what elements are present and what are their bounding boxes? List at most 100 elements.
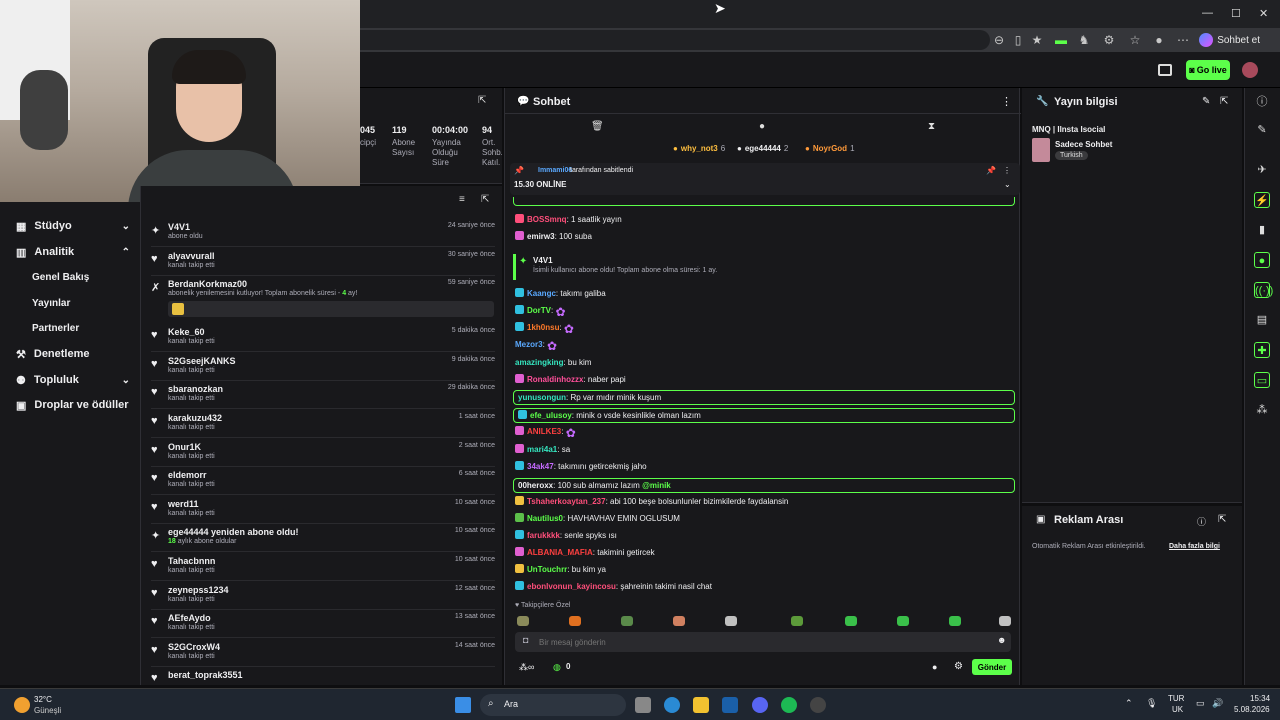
edit-pencil-icon[interactable]: ✎ — [1254, 122, 1270, 138]
stream-category[interactable]: Sadece Sohbet — [1055, 140, 1112, 149]
sidebar-item-studio[interactable]: ▦ Stüdyo ⌄ — [16, 216, 130, 236]
chat-username[interactable]: 1kh0nsu — [527, 323, 559, 332]
raid-icon[interactable]: ✈ — [1254, 162, 1270, 178]
reader-icon[interactable]: ▯ — [1011, 33, 1025, 47]
user-avatar[interactable] — [1242, 62, 1258, 78]
quick-emote-icon[interactable] — [999, 616, 1011, 626]
popout-icon[interactable]: ⇱ — [478, 95, 486, 106]
car-icon[interactable]: ▤ — [1254, 312, 1270, 328]
chat-username[interactable]: amazingking — [515, 358, 563, 367]
chat-username[interactable]: Kaangc — [527, 289, 556, 298]
channel-points-icon[interactable]: ◍ — [553, 662, 561, 673]
copilot-chat-button[interactable]: Sohbet et — [1199, 31, 1260, 49]
top-chatter-2[interactable]: ● ege44444 2 — [737, 144, 788, 153]
pinned-message[interactable]: 📌 Immami06 tarafından sabitlendi 15.30 O… — [510, 163, 1020, 195]
chat-username[interactable]: UnTouchrr — [527, 565, 567, 574]
feed-username[interactable]: zeynepss1234 — [168, 585, 229, 595]
learn-more-link[interactable]: Daha fazla bilgi — [1169, 543, 1220, 550]
more-menu-icon[interactable]: ⋯ — [1176, 33, 1190, 47]
info-icon[interactable]: ⓘ — [1254, 94, 1270, 110]
feed-username[interactable]: S2GCroxW4 — [168, 642, 220, 652]
maximize-button[interactable]: ☐ — [1231, 7, 1241, 20]
chat-settings-icon[interactable]: ◘ — [523, 635, 528, 645]
quick-emote-icon[interactable] — [897, 616, 909, 626]
chat-message[interactable]: 34ak47: takımını getircekmiş jaho — [515, 460, 1013, 474]
network-icon[interactable]: ▭ — [1196, 698, 1205, 709]
chat-message[interactable]: efe_ulusoy: minik o vsde kesinlikle olma… — [513, 408, 1015, 423]
chat-message[interactable]: farukkkk: senle spyks ısı — [515, 529, 1013, 543]
bits-icon[interactable]: ⁂∞ — [519, 662, 534, 673]
feed-username[interactable]: alyavvurall — [168, 251, 215, 261]
chat-message[interactable]: Mezor3: ✿ — [515, 338, 1013, 353]
go-live-button[interactable]: ◙ Go live — [1186, 60, 1230, 80]
chat-message[interactable]: ALBANIA_MAFIA: takimini getircek — [515, 546, 1013, 560]
chat-username[interactable]: Mezor3 — [515, 340, 543, 349]
quick-emote-icon[interactable] — [517, 616, 529, 626]
pin-icon[interactable]: 📌 — [986, 166, 996, 175]
chat-username[interactable]: ebonlvonun_kayincosu — [527, 582, 616, 591]
more-options-icon[interactable]: ⋮ — [1001, 95, 1012, 108]
feed-username[interactable]: karakuzu432 — [168, 413, 222, 423]
chat-bubble-icon[interactable]: ● — [759, 121, 765, 132]
chat-username[interactable]: Tshaherkoaytan_237 — [527, 497, 606, 506]
weather-sun-icon[interactable] — [14, 697, 30, 713]
quick-emote-icon[interactable] — [725, 616, 737, 626]
gear-icon[interactable]: ⚙ — [954, 661, 963, 672]
chevron-down-icon[interactable]: ⌄ — [1004, 180, 1011, 189]
taskbar-search[interactable]: ⌕ Ara — [480, 694, 626, 716]
chat-input-box[interactable]: ◘ ☻ — [515, 632, 1011, 652]
chat-message[interactable]: Ronaldinhozzx: naber papi — [515, 373, 1013, 387]
microphone-icon[interactable]: 🎙 — [1146, 698, 1157, 709]
steam-icon[interactable] — [722, 697, 738, 713]
window-icon[interactable]: ▭ — [1254, 372, 1270, 388]
boost-icon[interactable]: ⚡ — [1254, 192, 1270, 208]
chat-message[interactable]: Nautilus0: HAVHAVHAV EMIN OGLUSUM — [515, 512, 1013, 526]
sidebar-item-community[interactable]: ⚉ Topluluk ⌄ — [16, 370, 130, 390]
extensions-puzzle-icon[interactable]: ⚙ — [1102, 33, 1116, 47]
chat-username[interactable]: yunusongun — [518, 393, 566, 402]
chat-username[interactable]: ALBANIA_MAFIA — [527, 548, 593, 557]
feed-username[interactable]: Onur1K — [168, 442, 201, 452]
top-chatter-3[interactable]: ● NoyrGod 1 — [805, 144, 855, 153]
edge-browser-icon[interactable] — [664, 697, 680, 713]
feed-username[interactable]: Keke_60 — [168, 327, 205, 337]
dashboard-icon[interactable] — [1158, 64, 1172, 76]
clip-icon[interactable]: ▮ — [1254, 222, 1270, 238]
trash-icon[interactable]: 🗑 — [591, 121, 604, 132]
chat-message[interactable]: UnTouchrr: bu kim ya — [515, 563, 1013, 577]
send-button[interactable]: Gönder — [972, 659, 1012, 675]
emote-picker-icon[interactable]: ☻ — [997, 635, 1006, 645]
sidebar-subitem-partners[interactable]: Partnerler — [32, 323, 79, 334]
sidebar-subitem-overview[interactable]: Genel Bakış — [32, 272, 89, 283]
feed-username[interactable]: S2GseejKANKS — [168, 356, 236, 366]
chat-message[interactable]: ANILKE3: ✿ — [515, 425, 1013, 440]
chat-message[interactable]: Kaangc: takımı galiba — [515, 287, 1013, 301]
clock-date[interactable]: 5.08.2026 — [1234, 705, 1270, 714]
minimize-button[interactable]: — — [1202, 7, 1213, 19]
sidebar-item-analytics[interactable]: ▥ Analitik ⌃ — [16, 242, 130, 262]
quick-emote-icon[interactable] — [845, 616, 857, 626]
stream-tag[interactable]: Turkish — [1055, 151, 1088, 160]
feed-username[interactable]: AEfeAydo — [168, 613, 211, 623]
chat-message[interactable]: 1kh0nsu: ✿ — [515, 321, 1013, 336]
profile-icon[interactable]: ● — [1152, 33, 1166, 47]
chat-username[interactable]: mari4a1 — [527, 445, 557, 454]
sidebar-item-drops[interactable]: ▣ Droplar ve ödüller — [16, 395, 130, 415]
feed-username[interactable]: werd11 — [168, 499, 199, 509]
weather-desc[interactable]: Güneşli — [34, 706, 61, 715]
feed-username[interactable]: eldemorr — [168, 470, 207, 480]
favorites-icon[interactable]: ☆ — [1128, 33, 1142, 47]
chat-username[interactable]: ANILKE3 — [527, 427, 561, 436]
chat-username[interactable]: 34ak47 — [527, 462, 554, 471]
filter-icon[interactable]: ≡ — [459, 194, 465, 205]
chat-input[interactable] — [539, 635, 979, 649]
chat-action-icon[interactable]: ● — [1254, 252, 1270, 268]
feed-username[interactable]: V4V1 — [168, 222, 190, 232]
broadcast-icon[interactable]: ((·)) — [1254, 282, 1273, 298]
hourglass-icon[interactable]: ⧗ — [928, 121, 935, 132]
chat-message[interactable]: Tshaherkoaytan_237: abi 100 beşe bolsunl… — [515, 495, 1013, 509]
zoom-icon[interactable]: ⊖ — [992, 33, 1006, 47]
sidebar-subitem-streams[interactable]: Yayınlar — [32, 298, 70, 309]
chat-username[interactable]: farukkkk — [527, 531, 560, 540]
extension-icon-2[interactable]: ♞ — [1077, 33, 1091, 47]
